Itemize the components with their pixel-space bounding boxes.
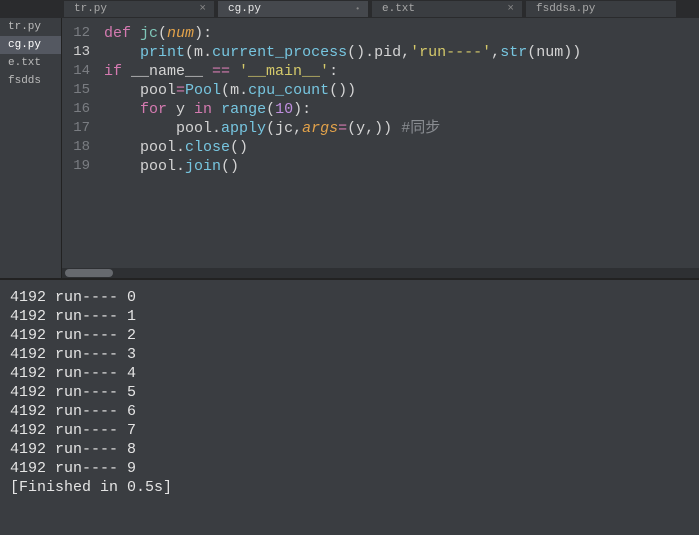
tab-label: cg.py (228, 3, 261, 15)
line-number: 17 (62, 119, 90, 138)
tab-bar: tr.py × cg.py • e.txt × fsddsa.py (62, 0, 699, 18)
code-line[interactable]: pool.join() (104, 157, 689, 176)
code-line[interactable]: def jc(num): (104, 24, 689, 43)
output-line: 4192 run---- 5 (10, 383, 693, 402)
file-item[interactable]: tr.py (0, 18, 61, 36)
tab-e-txt[interactable]: e.txt × (372, 1, 522, 17)
code-area[interactable]: def jc(num): print(m.current_process().p… (98, 18, 689, 278)
tab-close-icon[interactable]: × (199, 3, 206, 15)
minimap[interactable] (689, 18, 699, 278)
code-line[interactable]: for y in range(10): (104, 100, 689, 119)
sidebar-header (0, 0, 62, 18)
line-number: 15 (62, 81, 90, 100)
tab-fsddsa-py[interactable]: fsddsa.py (526, 1, 676, 17)
code-line[interactable]: pool=Pool(m.cpu_count()) (104, 81, 689, 100)
output-line: 4192 run---- 7 (10, 421, 693, 440)
line-number: 18 (62, 138, 90, 157)
output-panel[interactable]: 4192 run---- 04192 run---- 14192 run----… (0, 278, 699, 535)
code-line[interactable]: print(m.current_process().pid,'run----',… (104, 43, 689, 62)
line-number: 12 (62, 24, 90, 43)
output-line: 4192 run---- 6 (10, 402, 693, 421)
output-line: 4192 run---- 4 (10, 364, 693, 383)
code-line[interactable]: if __name__ == '__main__': (104, 62, 689, 81)
line-number-gutter: 1213141516171819 (62, 18, 98, 278)
file-item[interactable]: e.txt (0, 54, 61, 72)
line-number: 13 (62, 43, 90, 62)
code-editor[interactable]: 1213141516171819 def jc(num): print(m.cu… (62, 18, 699, 278)
code-line[interactable]: pool.apply(jc,args=(y,)) #同步 (104, 119, 689, 138)
tab-dirty-icon[interactable]: • (355, 5, 360, 14)
tab-close-icon[interactable]: × (507, 3, 514, 15)
line-number: 14 (62, 62, 90, 81)
line-number: 16 (62, 100, 90, 119)
output-line: 4192 run---- 9 (10, 459, 693, 478)
open-files-list: tr.pycg.pye.txtfsdds (0, 18, 62, 278)
line-number: 19 (62, 157, 90, 176)
file-item[interactable]: cg.py (0, 36, 61, 54)
output-line: 4192 run---- 2 (10, 326, 693, 345)
tab-label: fsddsa.py (536, 3, 595, 15)
tab-label: e.txt (382, 3, 415, 15)
code-line[interactable]: pool.close() (104, 138, 689, 157)
tab-label: tr.py (74, 3, 107, 15)
top-bar: tr.py × cg.py • e.txt × fsddsa.py (0, 0, 699, 18)
horizontal-scrollbar[interactable] (62, 268, 699, 278)
scrollbar-thumb[interactable] (65, 269, 113, 277)
output-line: 4192 run---- 3 (10, 345, 693, 364)
file-item[interactable]: fsdds (0, 72, 61, 90)
output-line: 4192 run---- 1 (10, 307, 693, 326)
main-row: tr.pycg.pye.txtfsdds 1213141516171819 de… (0, 18, 699, 278)
output-line: 4192 run---- 8 (10, 440, 693, 459)
tab-cg-py[interactable]: cg.py • (218, 1, 368, 17)
output-line: 4192 run---- 0 (10, 288, 693, 307)
output-line: [Finished in 0.5s] (10, 478, 693, 497)
tab-tr-py[interactable]: tr.py × (64, 1, 214, 17)
